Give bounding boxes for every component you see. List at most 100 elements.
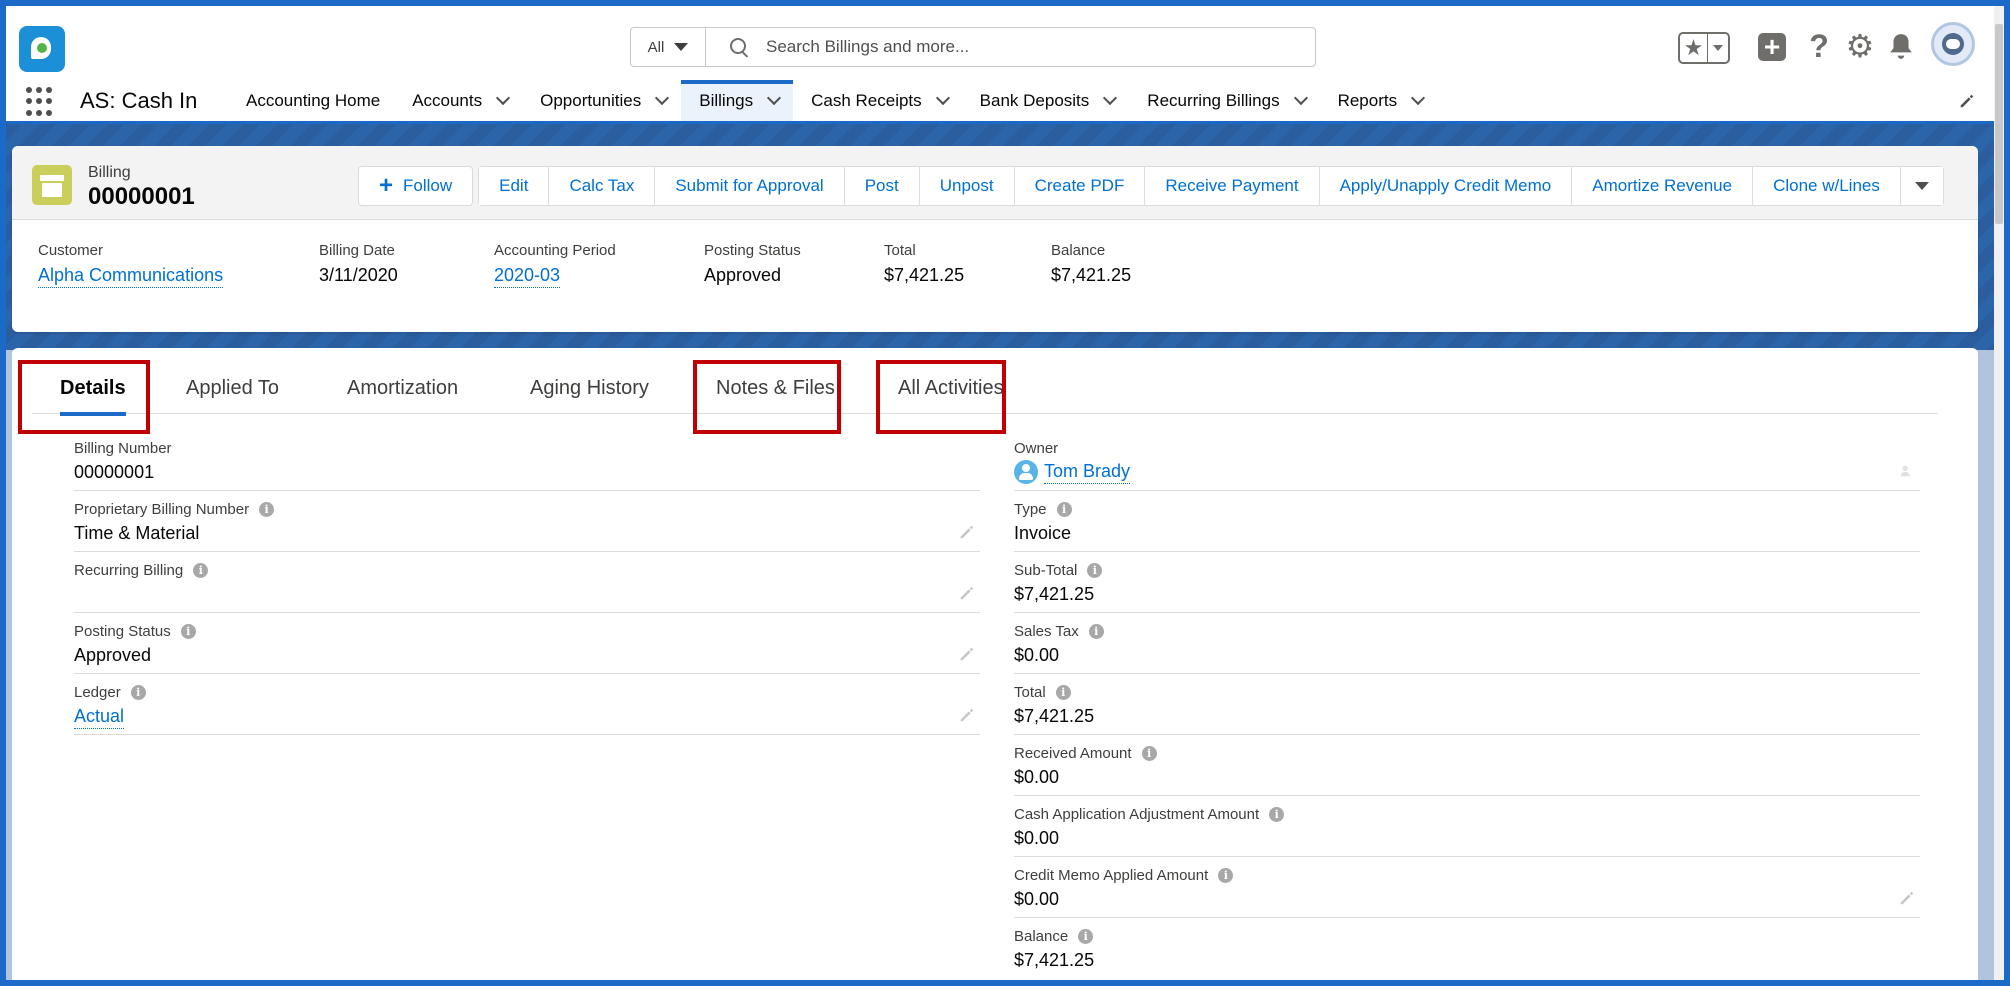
more-actions-button[interactable] xyxy=(1900,167,1943,205)
bell-icon[interactable] xyxy=(1884,28,1918,64)
highlight-billing-date: Billing Date 3/11/2020 xyxy=(319,242,398,286)
record-detail-card: Details Applied To Amortization Aging Hi… xyxy=(12,348,1978,986)
field-value: $7,421.25 xyxy=(1014,706,1095,726)
nav-item-reports[interactable]: Reports xyxy=(1320,80,1438,121)
highlight-label: Balance xyxy=(1051,242,1106,259)
help-icon[interactable]: ? xyxy=(1805,28,1833,64)
record-highlights: Billing 00000001 + Follow Edit Calc Tax … xyxy=(12,146,1978,332)
pencil-icon[interactable] xyxy=(958,645,976,663)
global-header: All ★ + ? ⚙ xyxy=(6,6,1998,84)
chevron-down-icon[interactable] xyxy=(1411,90,1426,106)
tab-all-activities[interactable]: All Activities xyxy=(898,362,1004,414)
info-icon[interactable]: i xyxy=(1087,563,1103,578)
highlight-label: Posting Status xyxy=(704,242,801,259)
edit-button[interactable]: Edit xyxy=(479,167,550,205)
star-icon[interactable]: ★ xyxy=(1680,34,1708,62)
field-cash-application-adjustment-amount: Cash Application Adjustment Amount i $0.0… xyxy=(1014,796,1920,857)
follow-button[interactable]: + Follow xyxy=(358,166,474,206)
unpost-button[interactable]: Unpost xyxy=(919,167,1015,205)
scrollbar-thumb[interactable] xyxy=(1995,24,2003,224)
info-icon[interactable]: i xyxy=(1141,746,1157,761)
post-button[interactable]: Post xyxy=(844,167,920,205)
search-icon xyxy=(730,38,746,54)
tab-notes-files[interactable]: Notes & Files xyxy=(716,362,835,414)
chevron-down-icon[interactable] xyxy=(935,90,950,106)
nav-item-accounts[interactable]: Accounts xyxy=(394,80,522,121)
submit-for-approval-button[interactable]: Submit for Approval xyxy=(655,167,845,205)
pencil-icon[interactable] xyxy=(958,706,976,724)
apply-unapply-credit-memo-button[interactable]: Apply/Unapply Credit Memo xyxy=(1319,167,1573,205)
field-label: Total xyxy=(1014,684,1046,701)
global-create-icon[interactable]: + xyxy=(1758,33,1786,61)
pencil-icon[interactable] xyxy=(1898,889,1916,907)
info-icon[interactable]: i xyxy=(1218,868,1234,883)
user-avatar[interactable] xyxy=(1931,22,1975,66)
info-icon[interactable]: i xyxy=(1056,502,1072,517)
field-label: Billing Number xyxy=(74,440,172,457)
chevron-down-icon[interactable] xyxy=(767,90,782,106)
tab-amortization[interactable]: Amortization xyxy=(347,362,458,414)
field-total: Total i $7,421.25 xyxy=(1014,674,1920,735)
chevron-down-icon[interactable] xyxy=(655,90,670,106)
info-icon[interactable]: i xyxy=(193,563,209,578)
nav-items: Accounting Home Accounts Opportunities B… xyxy=(228,80,1437,121)
nav-item-label: Recurring Billings xyxy=(1147,90,1280,110)
chevron-down-icon[interactable] xyxy=(496,90,511,106)
favorites-dropdown-button[interactable] xyxy=(1708,34,1728,62)
chevron-down-icon[interactable] xyxy=(1103,90,1118,106)
info-icon[interactable]: i xyxy=(259,502,275,517)
field-value: $0.00 xyxy=(1014,828,1060,848)
field-label: Sales Tax xyxy=(1014,623,1079,640)
owner-link[interactable]: Tom Brady xyxy=(1044,460,1131,484)
field-label: Sub-Total xyxy=(1014,562,1078,579)
nav-item-cash-receipts[interactable]: Cash Receipts xyxy=(793,80,962,121)
app-nav-bar: AS: Cash In Accounting Home Accounts Opp… xyxy=(6,80,1998,124)
info-icon[interactable]: i xyxy=(1055,685,1071,700)
nav-item-billings[interactable]: Billings xyxy=(681,80,794,121)
app-logo-icon[interactable] xyxy=(19,26,65,72)
app-launcher-icon[interactable] xyxy=(26,87,56,117)
highlight-label: Billing Date xyxy=(319,242,395,259)
tab-applied-to[interactable]: Applied To xyxy=(186,362,279,414)
tab-aging-history[interactable]: Aging History xyxy=(530,362,649,414)
info-icon[interactable]: i xyxy=(180,624,196,639)
highlight-fields: Customer Alpha Communications Billing Da… xyxy=(38,242,1938,302)
amortize-revenue-button[interactable]: Amortize Revenue xyxy=(1572,167,1754,205)
info-icon[interactable]: i xyxy=(130,685,146,700)
info-icon[interactable]: i xyxy=(1088,624,1104,639)
receive-payment-button[interactable]: Receive Payment xyxy=(1145,167,1320,205)
ledger-link[interactable]: Actual xyxy=(74,706,125,729)
highlight-balance: Balance $7,421.25 xyxy=(1051,242,1131,286)
search-scope-select[interactable]: All xyxy=(631,28,706,66)
clone-with-lines-button[interactable]: Clone w/Lines xyxy=(1753,167,1901,205)
app-name: AS: Cash In xyxy=(80,88,198,113)
plus-icon: + xyxy=(379,172,394,199)
nav-item-opportunities[interactable]: Opportunities xyxy=(522,80,681,121)
gear-icon[interactable]: ⚙ xyxy=(1843,28,1877,64)
tab-details[interactable]: Details xyxy=(60,362,126,416)
field-billing-number: Billing Number 00000001 xyxy=(74,430,980,491)
nav-item-accounting-home[interactable]: Accounting Home xyxy=(228,80,394,121)
pencil-icon[interactable] xyxy=(1958,92,1976,110)
field-sub-total: Sub-Total i $7,421.25 xyxy=(1014,552,1920,613)
field-value: $7,421.25 xyxy=(1014,584,1095,604)
accounting-period-link[interactable]: 2020-03 xyxy=(494,265,561,288)
search-input[interactable] xyxy=(746,28,1315,66)
customer-link[interactable]: Alpha Communications xyxy=(38,265,224,288)
field-label: Balance xyxy=(1014,928,1069,945)
nav-item-recurring-billings[interactable]: Recurring Billings xyxy=(1129,80,1319,121)
info-icon[interactable]: i xyxy=(1269,807,1285,822)
global-search: All xyxy=(630,27,1316,67)
chevron-down-icon[interactable] xyxy=(1293,90,1308,106)
create-pdf-button[interactable]: Create PDF xyxy=(1014,167,1146,205)
pencil-icon[interactable] xyxy=(958,523,976,541)
calc-tax-button[interactable]: Calc Tax xyxy=(549,167,656,205)
record-title: 00000001 xyxy=(88,183,195,210)
field-value: $0.00 xyxy=(1014,889,1060,909)
change-owner-icon[interactable] xyxy=(1898,462,1916,480)
pencil-icon[interactable] xyxy=(958,584,976,602)
field-label: Posting Status xyxy=(74,623,171,640)
nav-item-bank-deposits[interactable]: Bank Deposits xyxy=(962,80,1130,121)
page-scrollbar[interactable] xyxy=(1994,6,2004,980)
info-icon[interactable]: i xyxy=(1078,929,1094,944)
